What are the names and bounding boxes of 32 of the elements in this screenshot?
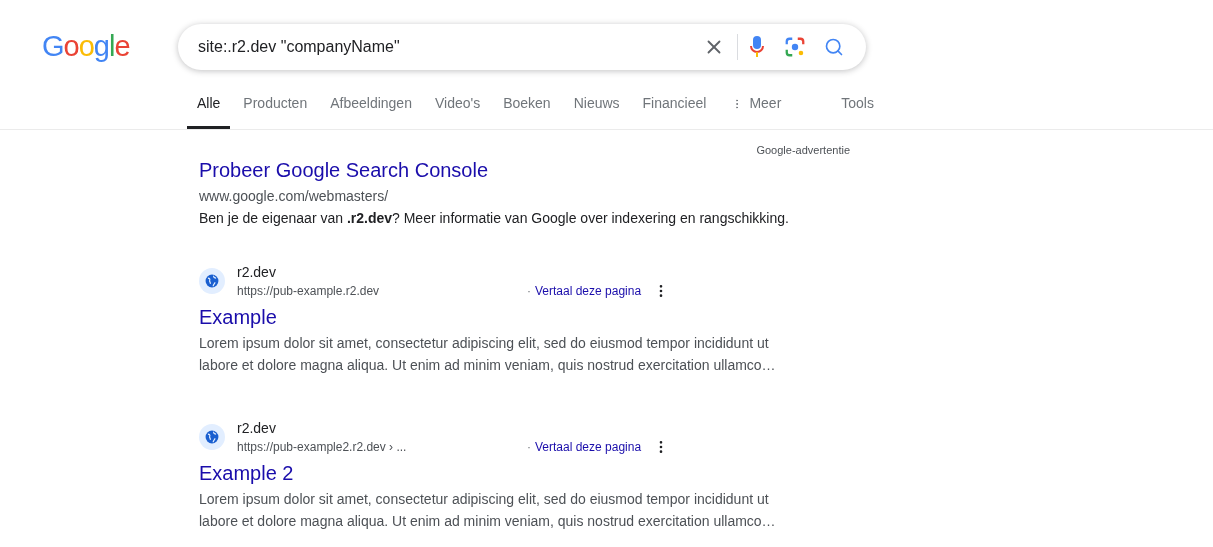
ad-label: Google-advertentie	[756, 143, 850, 158]
search-tab[interactable]: Alle	[187, 93, 231, 129]
translate-link[interactable]: Vertaal deze pagina	[535, 281, 642, 300]
search-tab[interactable]: Video's	[424, 93, 491, 129]
result-url[interactable]: https://pub-example2.r2.dev › ...	[237, 437, 527, 456]
search-tab[interactable]: Producten	[233, 93, 318, 129]
camera-icon[interactable]	[784, 36, 806, 58]
search-icon[interactable]	[824, 37, 844, 57]
google-logo[interactable]: Google	[42, 25, 178, 69]
result-snippet: Lorem ipsum dolor sit amet, consectetur adipiscing elit, sed do eiusmod tempor incididunt ut labore et dolore magna aliqua. Ut enim ad minim veniam, quis nostrud exercitation ullamco…	[199, 489, 777, 531]
search-tab[interactable]: Financieel	[632, 93, 717, 129]
result-title[interactable]: Example	[199, 303, 277, 330]
separator: ·	[527, 438, 531, 456]
search-tab[interactable]: Nieuws	[563, 93, 630, 129]
tools-button[interactable]: Tools	[841, 93, 874, 129]
search-tab[interactable]: Boeken	[493, 93, 561, 129]
ad-url[interactable]: www.google.com/webmasters/	[199, 184, 850, 207]
site-name: r2.dev	[237, 262, 277, 282]
microphone-icon[interactable]	[750, 36, 764, 58]
search-tab[interactable]: Afbeeldingen	[320, 93, 422, 129]
ad-description: Ben je de eigenaar van .r2.dev? Meer informatie van Google over indexering en rangschikking.	[199, 208, 790, 228]
ad-title[interactable]: Probeer Google Search Console	[199, 156, 850, 183]
result-snippet: Lorem ipsum dolor sit amet, consectetur adipiscing elit, sed do eiusmod tempor incididunt ut labore et dolore magna aliqua. Ut enim ad minim veniam, quis nostrud exercitation ullamco…	[199, 333, 777, 375]
globe-icon	[199, 267, 225, 294]
result-title[interactable]: Example 2	[199, 459, 294, 486]
more-tab[interactable]: Meer	[721, 93, 792, 129]
translate-link[interactable]: Vertaal deze pagina	[535, 437, 642, 456]
site-name: r2.dev	[237, 418, 277, 438]
separator: ·	[527, 282, 531, 300]
search-field[interactable]: site:.r2.dev "companyName"	[178, 24, 866, 70]
globe-icon	[199, 423, 225, 450]
result-url[interactable]: https://pub-example.r2.dev	[237, 281, 527, 300]
